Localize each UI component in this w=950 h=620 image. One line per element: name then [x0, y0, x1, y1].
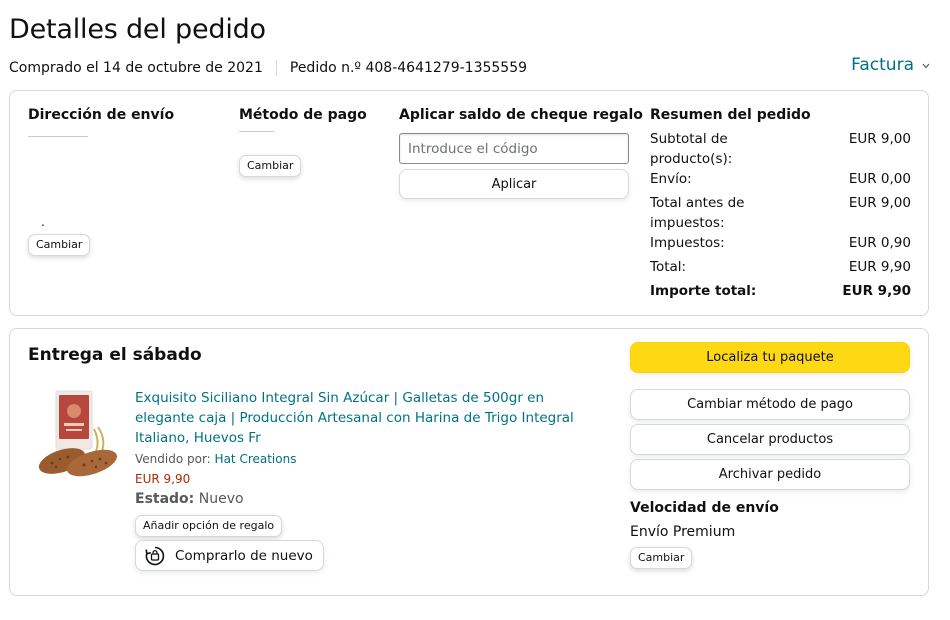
gift-card-code-input[interactable] — [399, 133, 629, 164]
summary-row-pretax: Total antes de impuestos: EUR 9,00 — [650, 193, 911, 233]
change-payment-method-button[interactable]: Cambiar — [239, 155, 302, 177]
cancel-items-button[interactable]: Cancelar productos — [630, 424, 910, 455]
summary-label: Impuestos: — [650, 235, 725, 251]
summary-value: EUR 9,90 — [842, 283, 911, 299]
summary-label: Envío: — [650, 171, 692, 187]
delivery-title: Entrega el sábado — [28, 345, 202, 365]
buy-again-button[interactable]: Comprarlo de nuevo — [135, 540, 324, 571]
buy-again-icon — [144, 545, 166, 567]
change-shipping-speed-button[interactable]: Cambiar — [630, 547, 693, 569]
summary-value: EUR 0,90 — [848, 235, 911, 251]
change-payment-button[interactable]: Cambiar método de pago — [630, 389, 910, 420]
change-address-button[interactable]: Cambiar — [28, 234, 91, 256]
product-title-link[interactable]: Exquisito Siciliano Integral Sin Azúcar … — [135, 388, 605, 448]
condition-label: Estado: — [135, 491, 195, 507]
summary-row-shipping: Envío: EUR 0,00 — [650, 169, 911, 189]
shipping-address-heading: Dirección de envío — [28, 107, 175, 123]
summary-value: EUR 9,00 — [848, 195, 911, 211]
shipping-address-redacted-end: . — [41, 215, 45, 229]
shipping-speed-value: Envío Premium — [630, 524, 736, 540]
shipping-speed-heading: Velocidad de envío — [630, 500, 779, 516]
summary-row-total: Total: EUR 9,90 — [650, 257, 911, 277]
summary-row-subtotal: Subtotal de producto(s): EUR 9,00 — [650, 129, 911, 169]
meta-divider — [275, 60, 277, 76]
order-meta: Comprado el 14 de octubre de 2021 Pedido… — [9, 60, 527, 76]
summary-label: Subtotal de producto(s): — [650, 131, 733, 167]
product-price: EUR 9,90 — [135, 472, 191, 486]
buy-again-label: Comprarlo de nuevo — [175, 547, 313, 564]
product-image[interactable] — [34, 389, 124, 484]
summary-value: EUR 9,90 — [848, 259, 911, 275]
summary-value: EUR 9,00 — [848, 131, 911, 147]
invoice-label: Factura — [851, 55, 914, 75]
page-title: Detalles del pedido — [9, 14, 266, 45]
order-number: Pedido n.º 408-4641279-1355559 — [289, 60, 528, 76]
archive-order-button[interactable]: Archivar pedido — [630, 459, 910, 490]
order-summary-heading: Resumen del pedido — [650, 107, 811, 123]
summary-value: EUR 0,00 — [848, 171, 911, 187]
seller-info: Vendido por: Hat Creations — [135, 452, 296, 466]
condition-value: Nuevo — [198, 491, 244, 507]
shipping-address-redacted — [28, 136, 88, 137]
payment-method-heading: Método de pago — [239, 107, 367, 123]
summary-row-grand-total: Importe total: EUR 9,90 — [650, 281, 911, 301]
purchase-date: Comprado el 14 de octubre de 2021 — [9, 60, 263, 76]
seller-link[interactable]: Hat Creations — [215, 452, 297, 466]
payment-method-redacted — [239, 131, 274, 132]
apply-gift-card-button[interactable]: Aplicar — [399, 169, 629, 199]
summary-label: Total antes de impuestos: — [650, 195, 745, 231]
add-gift-option-button[interactable]: Añadir opción de regalo — [135, 515, 283, 537]
track-package-button[interactable]: Localiza tu paquete — [630, 342, 910, 373]
summary-label: Importe total: — [650, 283, 757, 299]
summary-label: Total: — [650, 259, 687, 275]
product-condition: Estado: Nuevo — [135, 491, 244, 507]
summary-row-tax: Impuestos: EUR 0,90 — [650, 233, 911, 253]
invoice-link[interactable]: Factura — [851, 55, 930, 75]
sold-by-label: Vendido por: — [135, 452, 211, 466]
order-info-card: Dirección de envío . Cambiar Método de p… — [9, 90, 929, 316]
gift-card-heading: Aplicar saldo de cheque regalo — [399, 107, 643, 123]
chevron-down-icon — [922, 61, 930, 72]
delivery-card: Entrega el sábado Exquisito Siciliano In… — [9, 328, 929, 596]
